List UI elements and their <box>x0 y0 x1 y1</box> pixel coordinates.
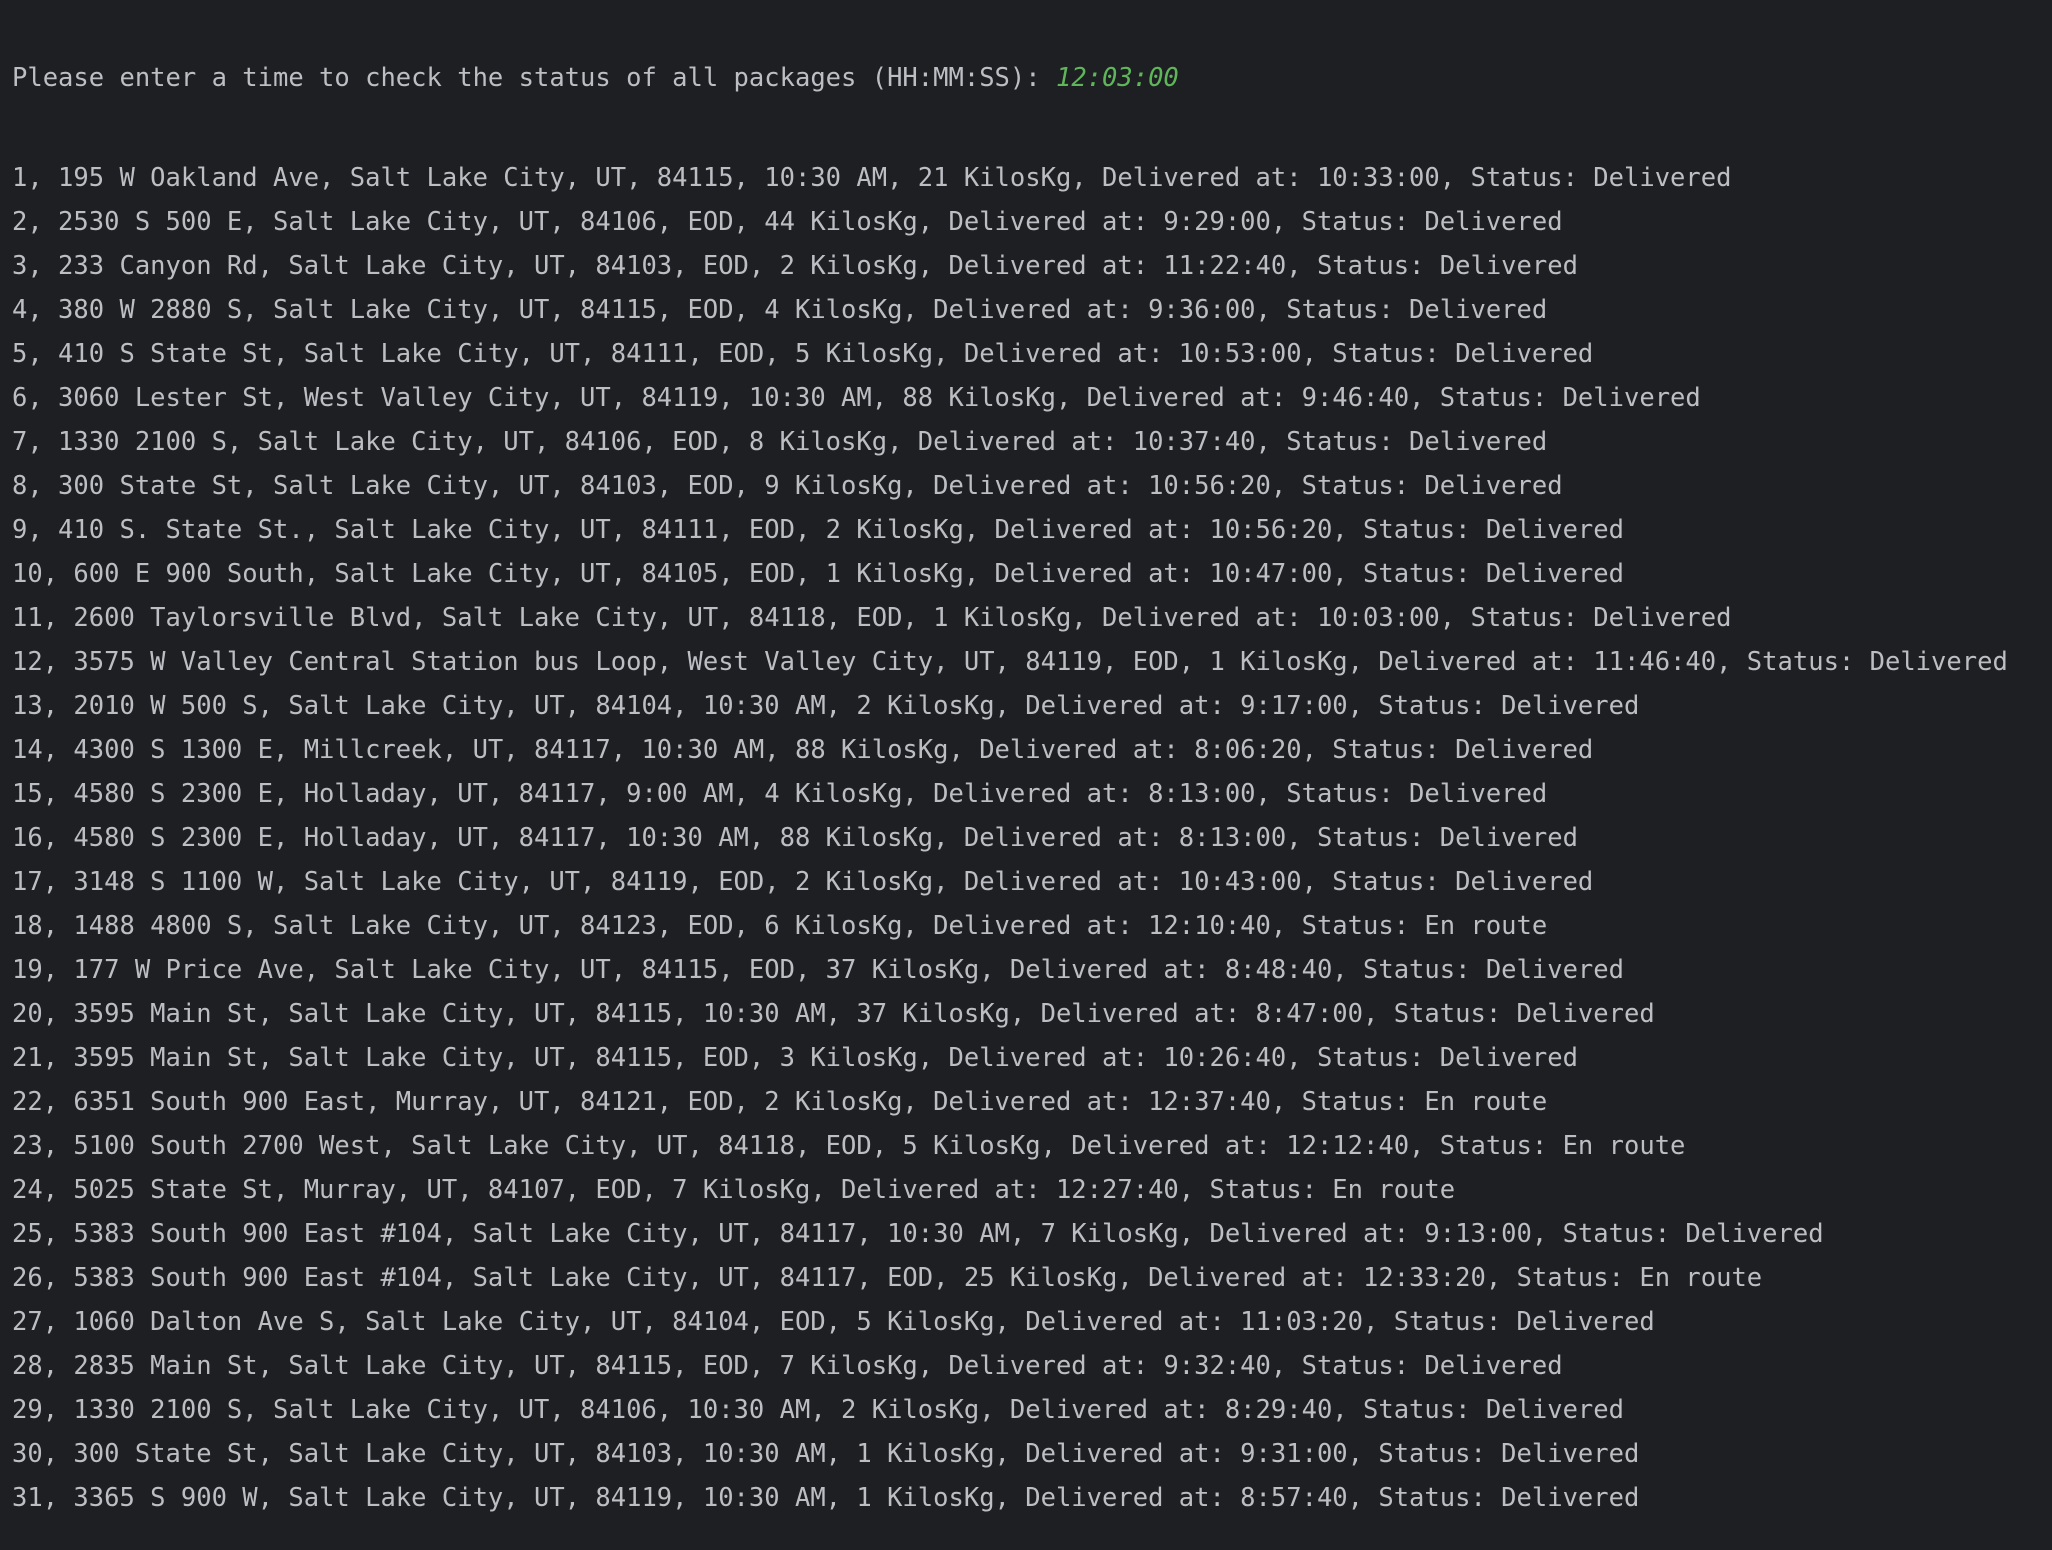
package-status-line: 13, 2010 W 500 S, Salt Lake City, UT, 84… <box>12 691 1640 721</box>
package-status-line: 29, 1330 2100 S, Salt Lake City, UT, 841… <box>12 1395 1624 1425</box>
package-status-line: 30, 300 State St, Salt Lake City, UT, 84… <box>12 1439 1640 1469</box>
package-status-line: 16, 4580 S 2300 E, Holladay, UT, 84117, … <box>12 823 1578 853</box>
package-status-line: 19, 177 W Price Ave, Salt Lake City, UT,… <box>12 955 1624 985</box>
package-status-line: 2, 2530 S 500 E, Salt Lake City, UT, 841… <box>12 207 1563 237</box>
prompt-line: Please enter a time to check the status … <box>12 60 2052 96</box>
package-status-line: 8, 300 State St, Salt Lake City, UT, 841… <box>12 471 1563 501</box>
package-status-line: 10, 600 E 900 South, Salt Lake City, UT,… <box>12 559 1624 589</box>
package-status-line: 21, 3595 Main St, Salt Lake City, UT, 84… <box>12 1043 1578 1073</box>
package-status-line: 22, 6351 South 900 East, Murray, UT, 841… <box>12 1087 1548 1117</box>
package-status-line: 17, 3148 S 1100 W, Salt Lake City, UT, 8… <box>12 867 1594 897</box>
package-status-line: 25, 5383 South 900 East #104, Salt Lake … <box>12 1219 1824 1249</box>
prompt-text: Please enter a time to check the status … <box>12 63 1056 93</box>
package-status-line: 27, 1060 Dalton Ave S, Salt Lake City, U… <box>12 1307 1655 1337</box>
package-status-line: 23, 5100 South 2700 West, Salt Lake City… <box>12 1131 1686 1161</box>
package-status-line: 1, 195 W Oakland Ave, Salt Lake City, UT… <box>12 163 1732 193</box>
package-status-line: 7, 1330 2100 S, Salt Lake City, UT, 8410… <box>12 427 1548 457</box>
package-status-line: 14, 4300 S 1300 E, Millcreek, UT, 84117,… <box>12 735 1594 765</box>
package-status-line: 5, 410 S State St, Salt Lake City, UT, 8… <box>12 339 1594 369</box>
package-status-line: 3, 233 Canyon Rd, Salt Lake City, UT, 84… <box>12 251 1578 281</box>
package-status-line: 24, 5025 State St, Murray, UT, 84107, EO… <box>12 1175 1456 1205</box>
console-output[interactable]: Please enter a time to check the status … <box>12 0 2052 1513</box>
package-status-line: 20, 3595 Main St, Salt Lake City, UT, 84… <box>12 999 1655 1029</box>
time-input-value[interactable]: 12:03:00 <box>1056 63 1179 93</box>
package-status-line: 26, 5383 South 900 East #104, Salt Lake … <box>12 1263 1763 1293</box>
package-status-line: 12, 3575 W Valley Central Station bus Lo… <box>12 647 2008 677</box>
package-status-line: 11, 2600 Taylorsville Blvd, Salt Lake Ci… <box>12 603 1732 633</box>
package-status-line: 4, 380 W 2880 S, Salt Lake City, UT, 841… <box>12 295 1548 325</box>
package-status-list: 1, 195 W Oakland Ave, Salt Lake City, UT… <box>12 156 2052 1520</box>
package-status-line: 6, 3060 Lester St, West Valley City, UT,… <box>12 383 1701 413</box>
package-status-line: 9, 410 S. State St., Salt Lake City, UT,… <box>12 515 1624 545</box>
package-status-line: 15, 4580 S 2300 E, Holladay, UT, 84117, … <box>12 779 1548 809</box>
package-status-line: 28, 2835 Main St, Salt Lake City, UT, 84… <box>12 1351 1563 1381</box>
package-status-line: 18, 1488 4800 S, Salt Lake City, UT, 841… <box>12 911 1548 941</box>
package-status-line: 31, 3365 S 900 W, Salt Lake City, UT, 84… <box>12 1483 1640 1513</box>
